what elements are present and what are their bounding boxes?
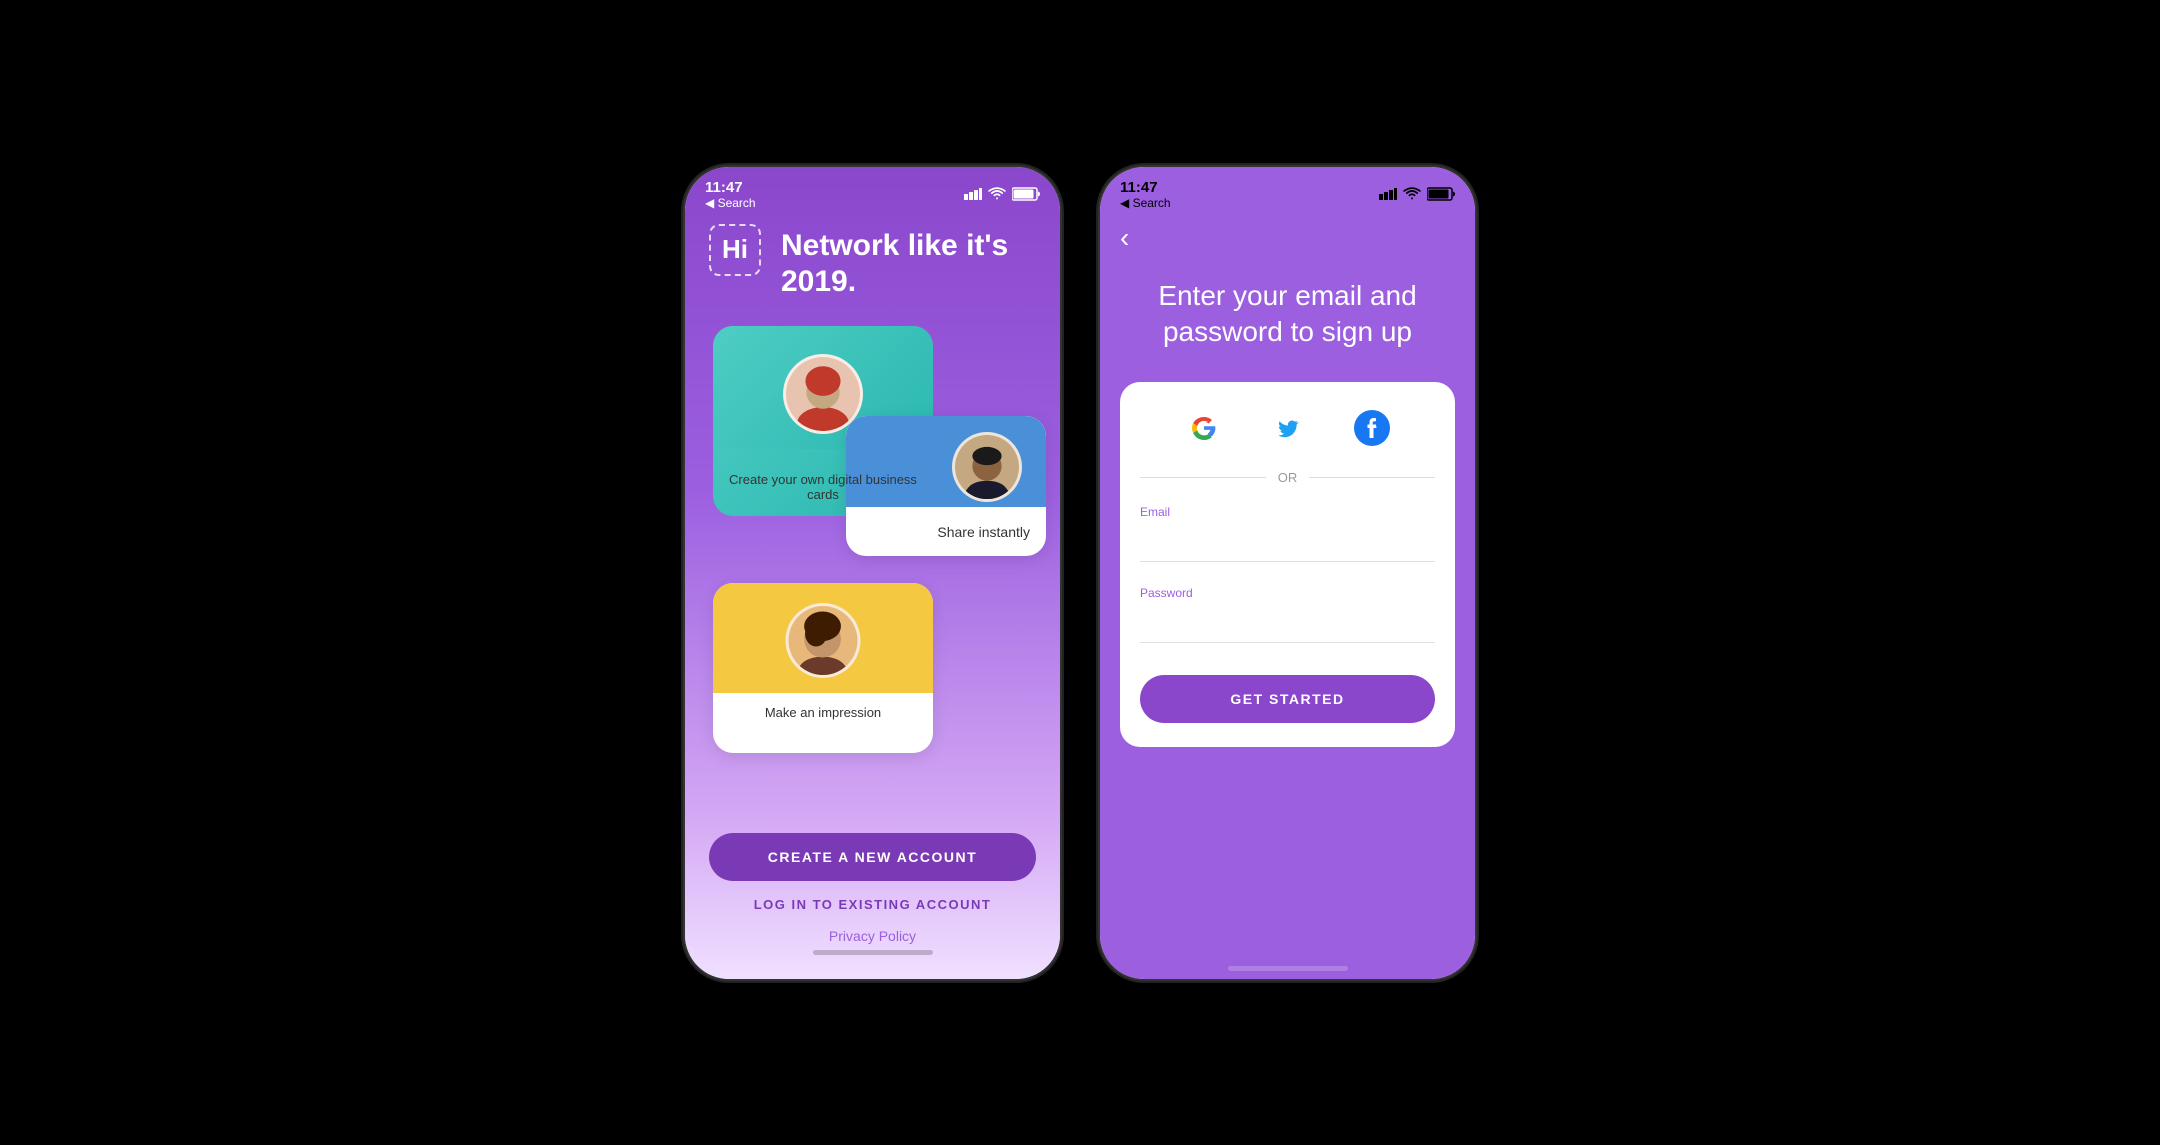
screen1: 11:47 ◀ Search Hi Network like it's 2019… [685,167,1060,979]
status-bar-2: 11:47 ◀ Search [1100,167,1475,214]
status-time-2: 11:47 [1120,179,1171,196]
twitter-icon [1270,410,1306,446]
facebook-icon [1354,410,1390,446]
signup-card: OR Email Password GET STARTED [1120,382,1455,747]
facebook-button[interactable] [1350,406,1394,450]
battery-icon-2 [1427,187,1455,201]
status-icons-2 [1379,187,1455,201]
status-icons-1 [964,187,1040,201]
phone-signup: 11:47 ◀ Search ‹ Enter your email and pa… [1100,167,1475,979]
status-nav-2: ◀ Search [1120,196,1171,210]
signup-title: Enter your email and password to sign up [1100,262,1475,367]
screen1-buttons: CREATE A NEW ACCOUNT LOG IN TO EXISTING … [685,833,1060,979]
login-button[interactable]: LOG IN TO EXISTING ACCOUNT [709,897,1036,912]
divider-line-right [1309,477,1435,478]
twitter-button[interactable] [1266,406,1310,450]
card-share-text: Share instantly [937,524,1030,540]
signal-icon-2 [1379,188,1397,200]
avatar-figure-3 [789,606,858,675]
home-indicator-2 [1228,966,1348,971]
avatar-2 [952,432,1022,502]
home-indicator-1 [813,950,933,955]
avatar-figure-2 [955,435,1019,499]
screen2-nav: ‹ [1100,214,1475,262]
cards-area: Create your own digital business cards [685,316,1060,833]
status-time-1: 11:47 [705,179,756,196]
social-buttons [1140,406,1435,450]
battery-icon [1012,187,1040,201]
email-group: Email [1140,505,1435,578]
screen1-header: Hi Network like it's 2019. [685,214,1060,300]
screens-wrapper: 11:47 ◀ Search Hi Network like it's 2019… [685,167,1475,979]
avatar-3 [786,603,861,678]
or-divider: OR [1140,470,1435,485]
password-label: Password [1140,586,1435,600]
phone-onboarding: 11:47 ◀ Search Hi Network like it's 2019… [685,167,1060,979]
card-create-text: Create your own digital business cards [713,464,933,502]
password-group: Password [1140,586,1435,659]
divider-line-left [1140,477,1266,478]
privacy-policy-link[interactable]: Privacy Policy [709,928,1036,944]
back-button[interactable]: ‹ [1120,222,1129,253]
email-input[interactable] [1140,523,1435,562]
card-impression-text: Make an impression [713,693,933,732]
email-label: Email [1140,505,1435,519]
wifi-icon [988,187,1006,201]
card-impression: Make an impression [713,583,933,753]
screen2: 11:47 ◀ Search ‹ Enter your email and pa… [1100,167,1475,979]
password-input[interactable] [1140,604,1435,643]
create-account-button[interactable]: CREATE A NEW ACCOUNT [709,833,1036,881]
google-icon [1186,410,1222,446]
status-nav-1: ◀ Search [705,196,756,210]
status-bar-1: 11:47 ◀ Search [685,167,1060,214]
or-label: OR [1278,470,1298,485]
avatar-figure-1 [786,357,860,431]
hi-logo: Hi [709,224,761,276]
google-button[interactable] [1182,406,1226,450]
wifi-icon-2 [1403,187,1421,201]
signal-icon [964,188,982,200]
screen1-title: Network like it's 2019. [781,228,1036,300]
get-started-button[interactable]: GET STARTED [1140,675,1435,723]
